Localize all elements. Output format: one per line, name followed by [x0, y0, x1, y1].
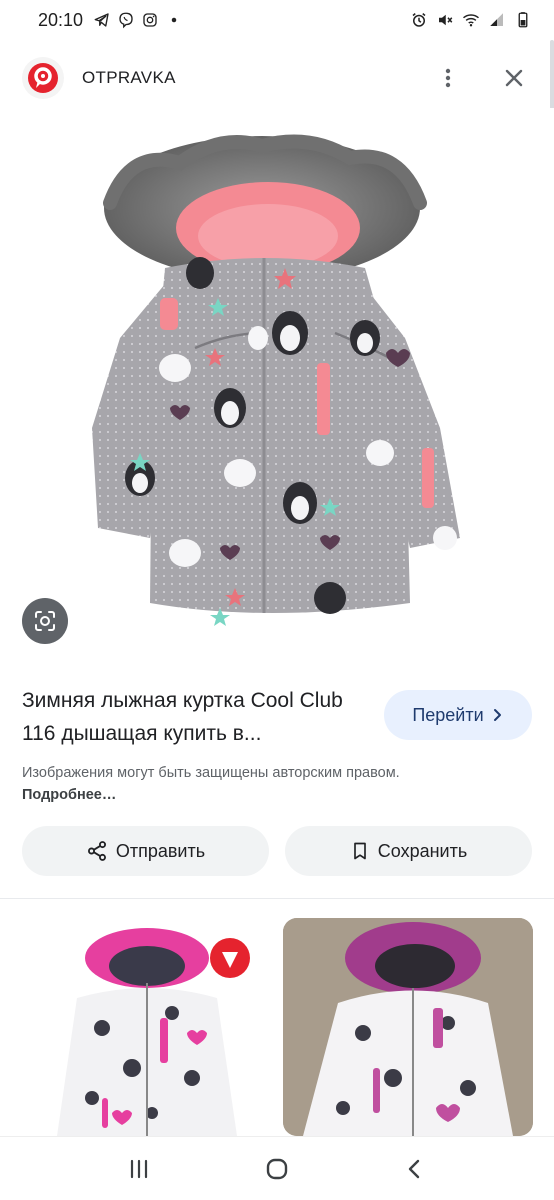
viber-icon	[117, 11, 135, 29]
status-left-icons	[93, 11, 183, 29]
otpravka-logo-icon[interactable]	[22, 57, 64, 99]
status-time: 20:10	[38, 9, 84, 30]
goto-label: Перейти	[412, 704, 484, 725]
related-image-1[interactable]	[22, 918, 272, 1136]
header-actions	[430, 60, 532, 96]
alarm-icon	[410, 11, 428, 29]
mute-icon	[436, 11, 454, 29]
bookmark-icon	[353, 842, 366, 860]
back-button[interactable]	[391, 1145, 439, 1193]
primaloft-badge	[210, 938, 250, 978]
site-name[interactable]: OTPRAVKA	[82, 68, 176, 88]
more-link[interactable]: Подробнее…	[22, 787, 116, 803]
recents-button[interactable]	[115, 1145, 163, 1193]
share-button[interactable]: Отправить	[22, 826, 269, 876]
divider	[0, 898, 554, 899]
lens-icon	[35, 611, 55, 631]
result-title[interactable]: Зимняя лыжная куртка Cool Club 116 дышащ…	[22, 684, 372, 750]
share-icon	[87, 841, 106, 861]
instagram-icon	[141, 11, 159, 29]
back-icon	[408, 1159, 420, 1178]
home-icon	[266, 1158, 288, 1179]
close-icon[interactable]	[496, 60, 532, 96]
telegram-icon	[93, 11, 111, 29]
chevron-right-icon	[493, 709, 501, 721]
related-image-2[interactable]	[283, 918, 533, 1136]
lens-search-button[interactable]	[22, 598, 68, 644]
wifi-icon	[462, 11, 480, 29]
copyright-notice: Изображения могут быть защищены авторски…	[22, 762, 402, 806]
goto-button[interactable]: Перейти	[384, 690, 532, 740]
battery-icon	[514, 11, 532, 29]
signal-icon	[488, 11, 506, 29]
more-vert-icon[interactable]	[430, 60, 466, 96]
recents-icon	[130, 1159, 148, 1178]
main-product-image[interactable]	[0, 108, 554, 660]
home-button[interactable]	[253, 1145, 301, 1193]
save-label: Сохранить	[377, 840, 468, 861]
save-button[interactable]: Сохранить	[285, 826, 532, 876]
copyright-text: Изображения могут быть защищены авторски…	[22, 765, 400, 781]
share-label: Отправить	[115, 840, 206, 861]
source-header: OTPRAVKA	[0, 48, 554, 108]
status-bar: 20:10	[0, 0, 554, 40]
dot-icon	[165, 11, 183, 29]
system-nav-bar	[0, 1136, 554, 1200]
status-right-icons	[410, 11, 532, 29]
